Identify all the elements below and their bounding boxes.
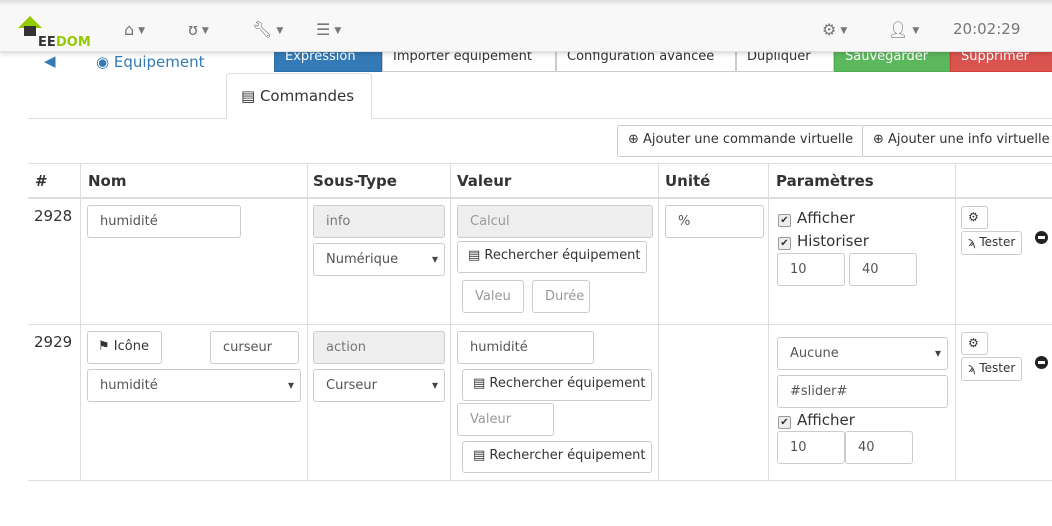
home-icon: ⌂ [124,20,135,39]
col-valeur: Valeur [457,172,512,190]
settings-menu[interactable]: ⚙ ▼ [822,20,847,39]
col-unite: Unité [665,172,711,190]
name-input[interactable]: humidité [87,205,241,238]
duree-input[interactable]: Durée [532,280,590,313]
calcul-input[interactable]: Calcul [457,205,653,238]
name-input[interactable]: curseur [210,331,299,364]
subtype-select[interactable]: Curseur [313,369,445,402]
icon-button[interactable]: ⚑ Icône [87,331,162,364]
back-button[interactable]: ◀ [44,52,56,70]
add-info-label: Ajouter une info virtuelle [888,132,1050,147]
test-button[interactable]: ϡ Tester [961,231,1023,255]
col-sous-type: Sous-Type [313,172,397,190]
icon-button-label: Icône [113,339,149,354]
max-input[interactable]: 40 [845,431,913,464]
search-label: Rechercher équipement [489,448,646,463]
list-alt-icon: ▤ [473,448,490,463]
rss-icon: ϡ [968,361,980,375]
stethoscope-icon: ʊ [188,20,198,39]
col-parametres: Paramètres [776,172,874,190]
afficher-label: Afficher [797,411,855,429]
col-id: # [35,172,48,190]
slider-input[interactable]: #slider# [777,375,948,408]
flag-icon: ⚑ [98,339,114,354]
param-select[interactable]: Aucune [777,337,948,370]
test-button[interactable]: ϡ Tester [961,357,1023,381]
tachometer-icon: ◉ [96,53,114,71]
test-label: Tester [979,361,1016,375]
tab-equipement-label: Equipement [113,53,205,71]
add-command-button[interactable]: ⊕ Ajouter une commande virtuelle [617,125,865,157]
user-icon: 👤︎ [888,20,909,39]
value-input[interactable]: humidité [457,331,594,364]
historiser-label: Historiser [797,232,869,250]
search-equipment-button[interactable]: ▤ Rechercher équipement [457,241,647,273]
add-command-label: Ajouter une commande virtuelle [643,132,854,147]
wrench-icon: 🔧︎ [252,20,273,39]
home-menu[interactable]: ⌂ ▼ [124,20,145,39]
historiser-checkbox[interactable]: ✔ Historiser [778,232,869,250]
plugins-menu[interactable]: ☰ ▼ [316,20,341,39]
add-info-button[interactable]: ⊕ Ajouter une info virtuelle [862,125,1052,157]
tasks-icon: ☰ [316,20,331,39]
valeur-input[interactable]: Valeu [462,280,524,313]
logo-text-a: EE [38,35,56,50]
search-equipment-button-2[interactable]: ▤ Rechercher équipement [462,441,652,473]
min-input[interactable]: 10 [777,431,845,464]
user-menu[interactable]: 👤︎ ▼ [888,20,919,39]
cogs-icon: ⚙ [968,210,979,224]
valeur-input[interactable]: Valeur [457,403,554,436]
list-alt-icon: ▤ [241,87,260,105]
search-equipment-button[interactable]: ▤ Rechercher équipement [462,369,652,401]
tools-menu[interactable]: 🔧︎ ▼ [252,20,283,39]
cogs-icon: ⚙ [822,20,837,39]
configure-button[interactable]: ⚙ [961,332,988,355]
test-label: Tester [979,235,1016,249]
tab-commandes[interactable]: ▤ Commandes [226,73,372,119]
parent-info-select[interactable]: humidité [87,369,301,402]
list-alt-icon: ▤ [468,248,485,263]
max-input[interactable]: 40 [849,253,917,286]
plus-circle-icon: ⊕ [873,132,889,147]
top-navbar: EE DOM ⌂ ▼ ʊ ▼ 🔧︎ ▼ ☰ ▼ ⚙ ▼ 👤︎ ▼ 20:02:29 [0,0,1052,52]
remove-icon[interactable] [1035,356,1048,369]
list-alt-icon: ▤ [473,376,490,391]
afficher-checkbox[interactable]: ✔ Afficher [778,209,855,227]
clock: 20:02:29 [953,20,1021,38]
jeedom-logo[interactable]: EE DOM [16,14,96,50]
type-input: action [313,331,445,364]
min-input[interactable]: 10 [777,253,845,286]
afficher-checkbox[interactable]: ✔ Afficher [778,411,855,429]
check-icon: ✔ [778,416,791,429]
configure-button[interactable]: ⚙ [961,206,988,229]
remove-icon[interactable] [1035,231,1048,244]
afficher-label: Afficher [797,209,855,227]
analysis-menu[interactable]: ʊ ▼ [188,20,209,39]
col-nom: Nom [88,172,127,190]
type-input: info [313,205,445,238]
cogs-icon: ⚙ [968,336,979,350]
unit-input[interactable]: % [665,205,764,238]
tab-commandes-label: Commandes [259,87,355,105]
rss-icon: ϡ [968,235,980,249]
check-icon: ✔ [778,237,791,250]
tab-equipement[interactable]: ◉ Equipement [96,53,205,71]
arrow-circle-left-icon: ◀ [44,52,56,70]
plus-circle-icon: ⊕ [628,132,644,147]
check-icon: ✔ [778,214,791,227]
cmd-id: 2929 [34,333,73,351]
search-label: Rechercher équipement [489,376,646,391]
search-label: Rechercher équipement [484,248,641,263]
subtype-select[interactable]: Numérique [313,243,445,276]
logo-text-b: DOM [56,35,91,50]
cmd-id: 2928 [34,207,73,225]
